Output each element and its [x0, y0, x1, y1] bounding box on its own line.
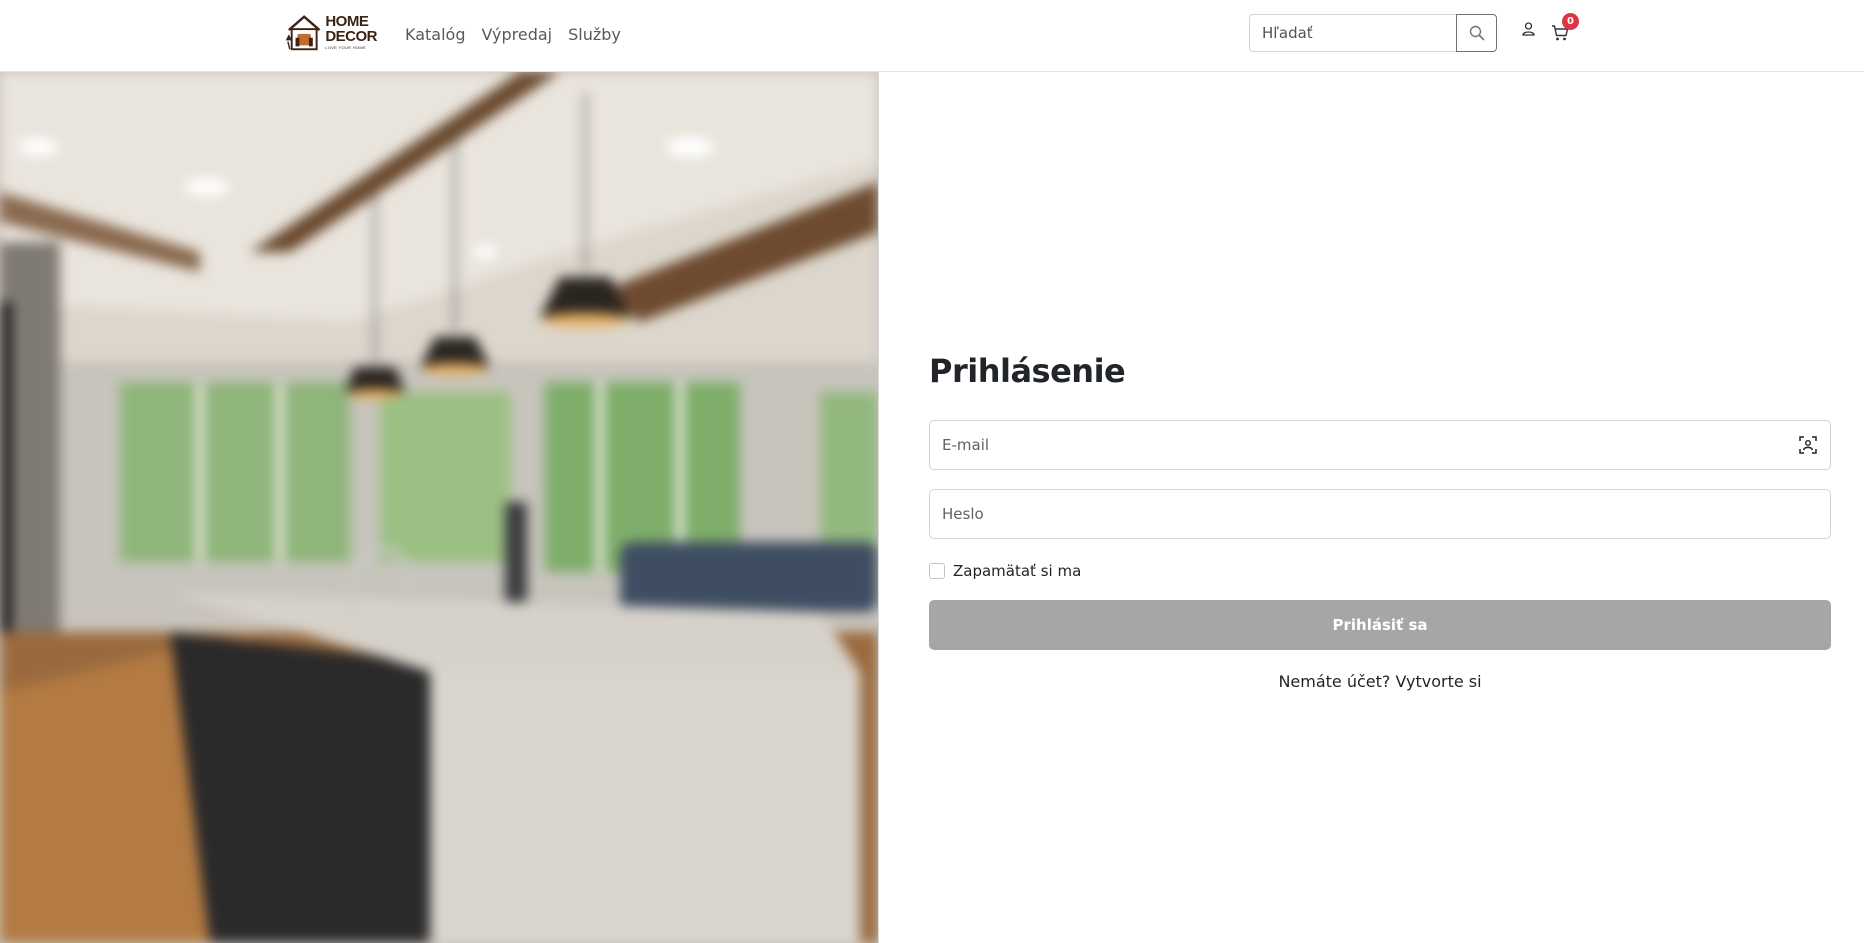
- house-logo-icon: [285, 15, 321, 51]
- top-navbar: HOME DECOR LOVE YOUR HOME Katalóg Výpred…: [0, 0, 1864, 72]
- email-field[interactable]: [929, 420, 1831, 470]
- password-input[interactable]: [942, 505, 1818, 523]
- hero-kitchen-image: [0, 72, 878, 943]
- login-title: Prihlásenie: [929, 352, 1126, 390]
- nav-link-sluzby[interactable]: Služby: [568, 25, 621, 44]
- nav-link-vypredaj[interactable]: Výpredaj: [481, 25, 552, 44]
- email-input[interactable]: [942, 436, 1798, 454]
- home-decor-logo[interactable]: HOME DECOR LOVE YOUR HOME: [285, 10, 377, 54]
- logo-text-home: HOME: [325, 13, 369, 30]
- vertical-divider: [878, 72, 879, 943]
- account-button[interactable]: [1520, 20, 1536, 38]
- logo-text-decor: DECOR: [325, 28, 377, 45]
- remember-me[interactable]: Zapamätať si ma: [929, 562, 1081, 580]
- search-input[interactable]: [1249, 14, 1456, 52]
- signup-prompt: Nemáte účet? Vytvorte si: [929, 672, 1831, 691]
- login-panel: Prihlásenie Zapamätať si ma Prihlásiť sa…: [929, 72, 1831, 943]
- remember-me-label: Zapamätať si ma: [953, 562, 1082, 580]
- password-field[interactable]: [929, 489, 1831, 539]
- user-icon: [1521, 22, 1535, 36]
- remember-me-checkbox[interactable]: [929, 563, 945, 579]
- logo-tagline: LOVE YOUR HOME: [325, 45, 366, 50]
- search-icon: [1469, 25, 1484, 41]
- kitchen-photo-illustration: [0, 72, 878, 943]
- signup-prompt-text: Nemáte účet?: [1278, 672, 1391, 691]
- autofill-icon: [1799, 436, 1817, 454]
- login-submit-button[interactable]: Prihlásiť sa: [929, 600, 1831, 650]
- search-button[interactable]: [1456, 14, 1497, 52]
- autofill-button[interactable]: [1798, 435, 1818, 455]
- main-nav: Katalóg Výpredaj Služby: [405, 0, 621, 68]
- search-form: [1249, 14, 1497, 52]
- nav-link-katalog[interactable]: Katalóg: [405, 25, 465, 44]
- signup-link[interactable]: Vytvorte si: [1395, 672, 1481, 691]
- cart-count-badge: 0: [1562, 13, 1579, 30]
